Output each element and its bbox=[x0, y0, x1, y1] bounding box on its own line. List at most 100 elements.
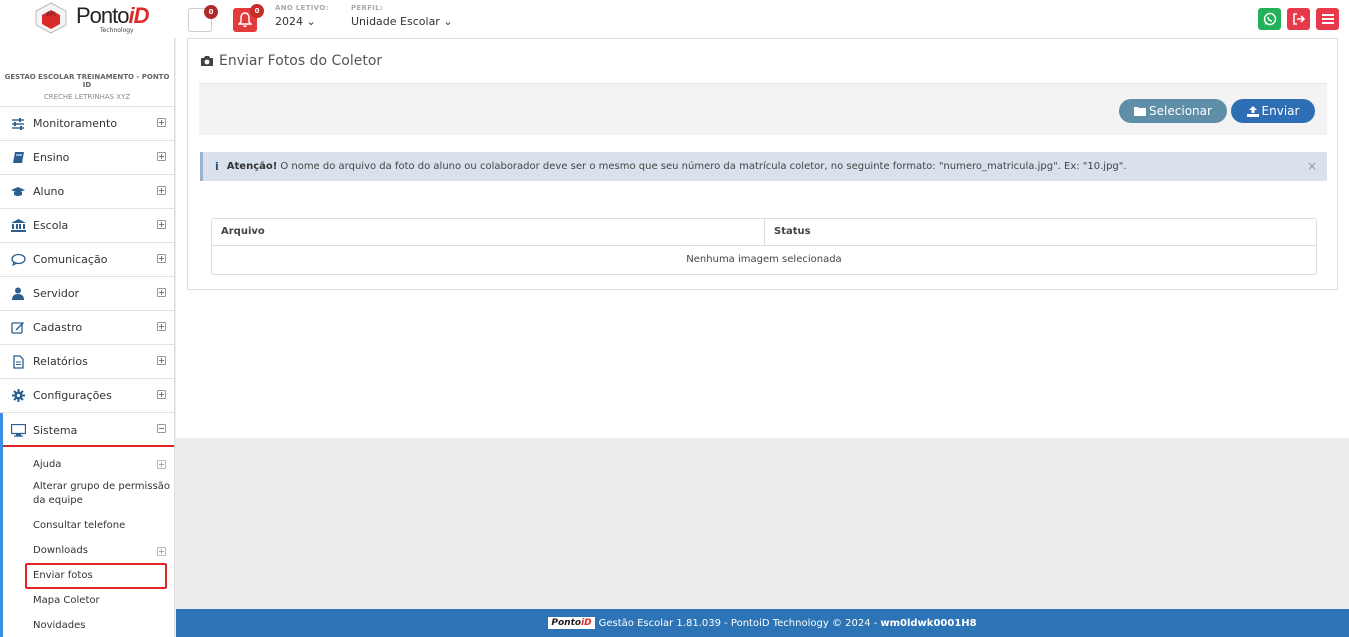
whatsapp-button[interactable] bbox=[1258, 8, 1281, 30]
alert-title: Atenção! bbox=[226, 161, 278, 172]
submenu-item-label: Ajuda bbox=[33, 459, 62, 470]
sidebar-item-label: Relatórios bbox=[33, 355, 88, 368]
sidebar-item-comunicacao[interactable]: Comunicação bbox=[0, 243, 174, 277]
sidebar-item-escola[interactable]: Escola bbox=[0, 209, 174, 243]
ano-letivo-selector[interactable]: ANO LETIVO: 2024 ⌄ bbox=[275, 4, 329, 28]
submenu-item-consultar-telefone[interactable]: Consultar telefone bbox=[3, 519, 174, 544]
expand-icon[interactable] bbox=[157, 118, 166, 127]
upload-photos-panel: Enviar Fotos do Coletor Selecionar Envia… bbox=[187, 38, 1338, 290]
sidebar-item-label: Sistema bbox=[33, 423, 78, 437]
submenu-item-enviar-fotos[interactable]: Enviar fotos bbox=[3, 563, 174, 594]
logout-icon bbox=[1292, 13, 1305, 25]
expand-icon[interactable] bbox=[157, 547, 166, 556]
expand-icon[interactable] bbox=[157, 152, 166, 161]
notification-messages-button[interactable]: 0 bbox=[188, 5, 218, 32]
select-button[interactable]: Selecionar bbox=[1119, 99, 1227, 123]
edit-icon bbox=[10, 321, 26, 335]
submenu-item-mapa-coletor[interactable]: Mapa Coletor bbox=[3, 594, 174, 619]
notification-count-badge: 0 bbox=[204, 5, 218, 19]
expand-icon[interactable] bbox=[157, 254, 166, 263]
logo-subtitle: Technology bbox=[100, 27, 134, 34]
sidebar-item-monitoramento[interactable]: Monitoramento bbox=[0, 107, 174, 141]
ano-letivo-label: ANO LETIVO: bbox=[275, 4, 329, 12]
submenu-item-alterar-grupo[interactable]: Alterar grupo de permissão da equipe bbox=[3, 480, 174, 519]
monitor-icon bbox=[10, 423, 26, 437]
alert-count-badge: 0 bbox=[250, 4, 264, 18]
folder-icon bbox=[1134, 107, 1147, 116]
sidebar-item-label: Aluno bbox=[33, 185, 65, 198]
school-info: GESTAO ESCOLAR TREINAMENTO - PONTO ID CR… bbox=[0, 38, 174, 107]
info-icon: i bbox=[215, 160, 219, 173]
school-name: GESTAO ESCOLAR TREINAMENTO - PONTO ID bbox=[4, 73, 170, 89]
sidebar-item-sistema[interactable]: Sistema bbox=[0, 413, 174, 447]
whatsapp-icon bbox=[1263, 12, 1276, 26]
perfil-label: PERFIL: bbox=[351, 4, 384, 12]
close-icon[interactable]: × bbox=[1307, 159, 1317, 173]
sidebar-item-label: Escola bbox=[33, 219, 69, 232]
chat-icon bbox=[10, 253, 26, 267]
files-table: Arquivo Status Nenhuma imagem selecionad… bbox=[211, 218, 1317, 275]
sidebar-item-ensino[interactable]: Ensino bbox=[0, 141, 174, 175]
expand-icon[interactable] bbox=[157, 186, 166, 195]
camera-icon bbox=[201, 56, 213, 66]
menu-button[interactable] bbox=[1316, 8, 1339, 30]
svg-text:API: API bbox=[46, 11, 56, 18]
graduation-cap-icon bbox=[10, 185, 26, 199]
table-empty-message: Nenhuma imagem selecionada bbox=[686, 254, 842, 265]
sidebar-item-configuracoes[interactable]: Configurações bbox=[0, 379, 174, 413]
user-icon bbox=[10, 287, 26, 301]
column-header-status: Status bbox=[774, 226, 811, 237]
gear-icon bbox=[10, 389, 26, 403]
page-title-text: Enviar Fotos do Coletor bbox=[219, 53, 383, 69]
footer-code: wm0ldwk0001H8 bbox=[880, 617, 977, 629]
sistema-submenu: Ajuda Alterar grupo de permissão da equi… bbox=[0, 447, 174, 637]
toolbar: Selecionar Enviar bbox=[199, 84, 1327, 135]
logout-button[interactable] bbox=[1287, 8, 1310, 30]
school-subtitle: CRECHE LETRINHAS XYZ bbox=[43, 93, 131, 101]
sidebar-item-label: Configurações bbox=[33, 389, 112, 402]
logo-api-badge: API bbox=[35, 2, 67, 34]
sidebar-item-label: Cadastro bbox=[33, 321, 83, 334]
expand-icon[interactable] bbox=[157, 390, 166, 399]
submenu-item-ajuda[interactable]: Ajuda bbox=[3, 447, 174, 480]
collapse-icon[interactable] bbox=[157, 424, 166, 433]
expand-icon[interactable] bbox=[157, 288, 166, 297]
sidebar-item-cadastro[interactable]: Cadastro bbox=[0, 311, 174, 345]
upload-icon bbox=[1246, 105, 1259, 117]
footer: PontoiD Gestão Escolar 1.81.039 - Pontoi… bbox=[176, 609, 1349, 637]
expand-icon[interactable] bbox=[157, 322, 166, 331]
submenu-item-label: Novidades bbox=[33, 620, 86, 631]
notification-alerts-button[interactable]: 0 bbox=[233, 4, 264, 32]
footer-logo: PontoiD bbox=[548, 617, 595, 629]
submenu-item-novidades[interactable]: Novidades bbox=[3, 619, 174, 637]
alert-message: O nome do arquivo da foto do aluno ou co… bbox=[280, 161, 1127, 172]
submenu-item-label: Mapa Coletor bbox=[33, 595, 100, 606]
column-header-arquivo: Arquivo bbox=[212, 219, 765, 245]
submenu-item-label: Alterar grupo de permissão da equipe bbox=[33, 481, 170, 506]
perfil-selector[interactable]: PERFIL: Unidade Escolar ⌄ bbox=[351, 4, 453, 28]
expand-icon[interactable] bbox=[157, 220, 166, 229]
selected-highlight bbox=[25, 563, 167, 589]
app-logo[interactable]: API PontoiD Technology bbox=[34, 0, 150, 37]
sidebar: GESTAO ESCOLAR TREINAMENTO - PONTO ID CR… bbox=[0, 38, 175, 637]
sidebar-item-aluno[interactable]: Aluno bbox=[0, 175, 174, 209]
sidebar-item-label: Comunicação bbox=[33, 253, 108, 266]
attention-alert: i Atenção! O nome do arquivo da foto do … bbox=[200, 152, 1327, 181]
sidebar-item-servidor[interactable]: Servidor bbox=[0, 277, 174, 311]
ano-letivo-value[interactable]: 2024 ⌄ bbox=[275, 15, 329, 28]
footer-text: Gestão Escolar 1.81.039 - PontoiD Techno… bbox=[598, 617, 878, 629]
perfil-value[interactable]: Unidade Escolar ⌄ bbox=[351, 15, 453, 28]
sidebar-item-relatorios[interactable]: Relatórios bbox=[0, 345, 174, 379]
send-button-label: Enviar bbox=[1261, 104, 1300, 118]
top-bar: API PontoiD Technology 0 0 ANO LETIVO: 2… bbox=[0, 0, 1349, 38]
page-title: Enviar Fotos do Coletor bbox=[200, 53, 382, 69]
table-header: Arquivo Status bbox=[212, 219, 1316, 246]
sidebar-item-label: Servidor bbox=[33, 287, 80, 300]
expand-icon[interactable] bbox=[157, 460, 166, 469]
logo-wordmark: PontoiD bbox=[76, 3, 150, 28]
hamburger-icon bbox=[1321, 14, 1334, 24]
send-button[interactable]: Enviar bbox=[1231, 99, 1315, 123]
submenu-item-label: Downloads bbox=[33, 545, 88, 556]
sliders-icon bbox=[10, 117, 26, 131]
expand-icon[interactable] bbox=[157, 356, 166, 365]
